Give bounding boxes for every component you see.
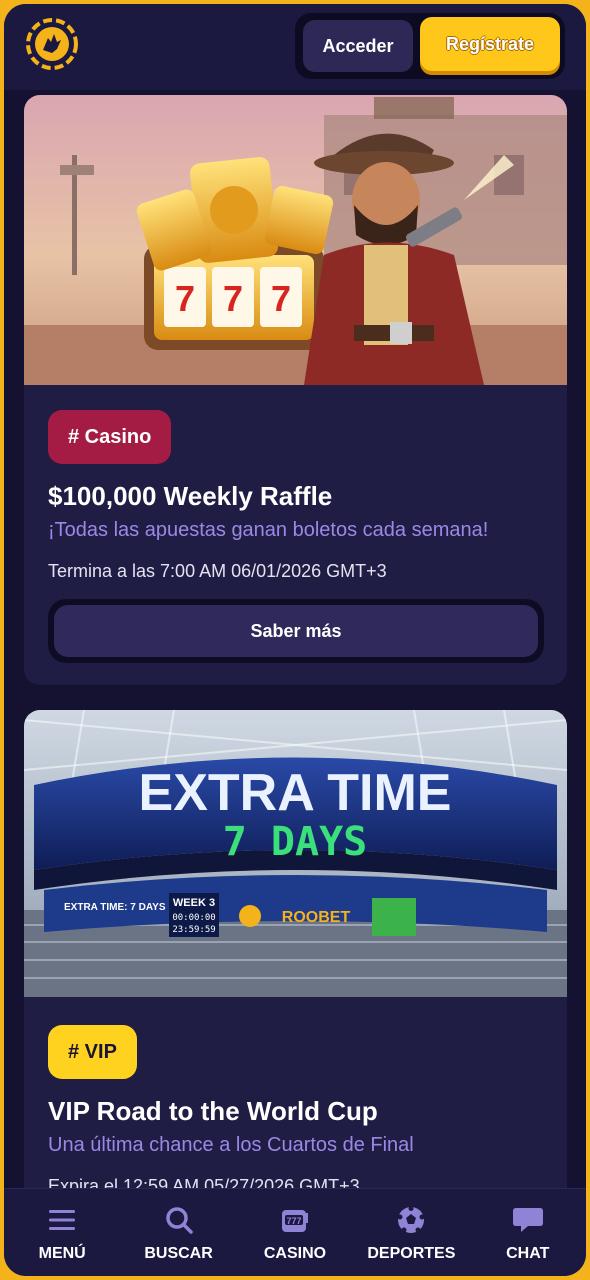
auth-buttons: Acceder Regístrate	[295, 13, 565, 79]
slot-machine-icon: 777	[278, 1203, 312, 1237]
roobet-logo-icon[interactable]	[24, 16, 80, 72]
learn-more-label: Saber más	[54, 605, 538, 657]
category-tag-vip: # VIP	[48, 1025, 137, 1079]
banner-timer-1: 00:00:00	[172, 913, 215, 923]
nav-item-chat[interactable]: CHAT	[473, 1189, 583, 1263]
chat-bubble-icon	[511, 1203, 545, 1237]
nav-label: BUSCAR	[144, 1245, 213, 1262]
cowboy-slots-banner[interactable]: 7 7 7	[24, 95, 567, 385]
svg-text:7: 7	[271, 278, 291, 319]
app-frame: Acceder Regístrate 7 7 7 # Casino $100,0…	[4, 4, 586, 1276]
promo-end-date: Termina a las 7:00 AM 06/01/2026 GMT+3	[48, 561, 387, 581]
nav-label: CASINO	[263, 1245, 327, 1262]
nav-label: DEPORTES	[367, 1245, 456, 1262]
promo-title: VIP Road to the World Cup	[48, 1096, 378, 1126]
svg-text:7: 7	[223, 278, 243, 319]
top-header: Acceder Regístrate	[4, 4, 586, 90]
banner-week: WEEK 3	[173, 897, 215, 909]
promo-card-raffle: 7 7 7 # Casino $100,000 Weekly Raffle ¡T…	[24, 95, 567, 685]
search-icon	[162, 1203, 196, 1237]
banner-headline: EXTRA TIME	[139, 764, 452, 822]
promo-title: $100,000 Weekly Raffle	[48, 481, 333, 511]
category-tag-casino: # Casino	[48, 410, 172, 464]
nav-item-casino[interactable]: 777 CASINO	[240, 1189, 350, 1263]
hamburger-menu-icon	[45, 1203, 79, 1237]
nav-item-menu[interactable]: MENÚ	[7, 1189, 117, 1263]
learn-more-button[interactable]: Saber más	[48, 599, 544, 663]
banner-timer-2: 23:59:59	[172, 925, 215, 935]
nav-label: MENÚ	[38, 1245, 86, 1262]
bottom-navigation: MENÚ BUSCAR 777 CASINO DEPORTES CHAT	[4, 1188, 586, 1276]
svg-text:7: 7	[175, 278, 195, 319]
stadium-extra-time-banner[interactable]: EXTRA TIME 7 DAYS EXTRA TIME: 7 DAYS WEE…	[24, 710, 567, 997]
banner-brand: ROOBET	[282, 909, 351, 926]
soccer-ball-icon	[394, 1203, 428, 1237]
promo-subtitle: Una última chance a los Cuartos de Final	[48, 1134, 414, 1156]
banner-ticker: EXTRA TIME: 7 DAYS	[64, 902, 166, 913]
register-button[interactable]: Regístrate	[420, 17, 560, 71]
login-button[interactable]: Acceder	[303, 20, 413, 72]
nav-label: CHAT	[506, 1245, 550, 1262]
promo-subtitle: ¡Todas las apuestas ganan boletos cada s…	[48, 519, 489, 541]
nav-item-sports[interactable]: DEPORTES	[356, 1189, 466, 1263]
svg-text:777: 777	[286, 1216, 301, 1226]
banner-countdown: 7 DAYS	[223, 819, 368, 865]
nav-item-search[interactable]: BUSCAR	[124, 1189, 234, 1263]
